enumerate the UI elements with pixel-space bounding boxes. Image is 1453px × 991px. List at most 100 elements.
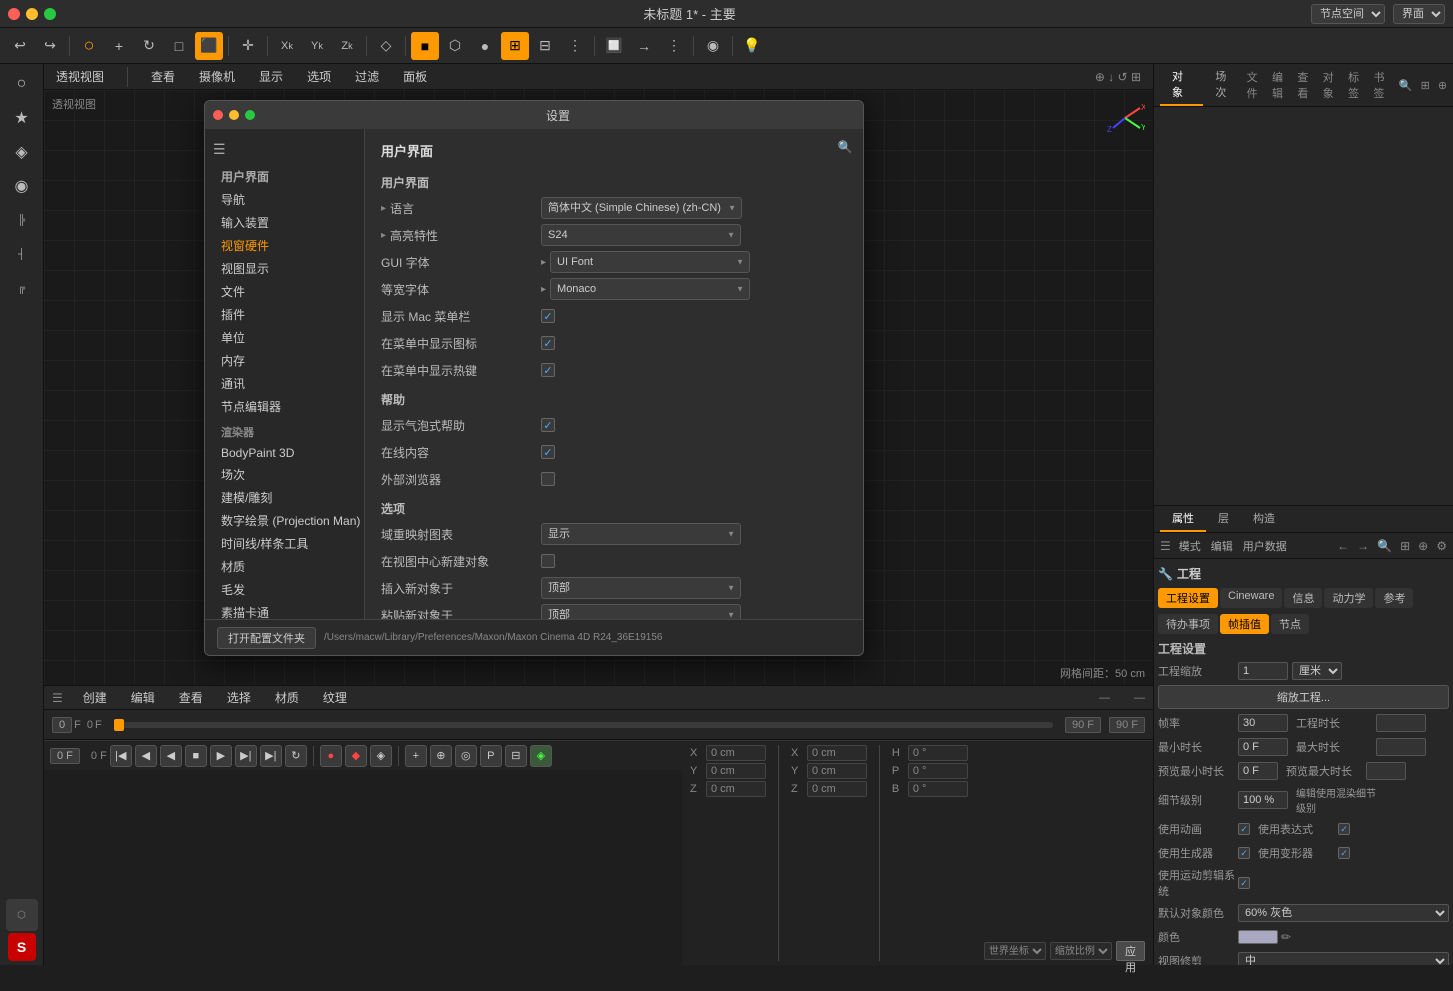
apply-button[interactable]: 应用: [1116, 941, 1145, 961]
min-length-input[interactable]: [1238, 738, 1288, 756]
preview-max-input[interactable]: [1366, 762, 1406, 780]
sidebar-sketch[interactable]: 素描卡通: [205, 601, 364, 619]
paste-key-btn[interactable]: ◎: [455, 745, 477, 767]
fps-input[interactable]: [1238, 714, 1288, 732]
keyframe2-btn[interactable]: ◈: [370, 745, 392, 767]
menu-material[interactable]: 材质: [271, 687, 303, 708]
select-button[interactable]: ⬛: [195, 32, 223, 60]
move-button[interactable]: ✛: [234, 32, 262, 60]
panel-settings-icon[interactable]: ⚙: [1436, 539, 1447, 553]
sidebar-icon-material[interactable]: ◉: [6, 170, 38, 202]
prev-frame-btn[interactable]: ◀: [135, 745, 157, 767]
panel-filter-icon[interactable]: ⊞: [1400, 539, 1410, 553]
sidebar-hair[interactable]: 毛发: [205, 578, 364, 601]
online-checkbox[interactable]: [541, 445, 555, 459]
undo-button[interactable]: ↩: [6, 32, 34, 60]
color-swatch[interactable]: [1238, 930, 1278, 944]
icon3-btn[interactable]: ◈: [530, 745, 552, 767]
interface-select[interactable]: 界面: [1393, 4, 1445, 24]
sidebar-icon-object[interactable]: ○: [6, 68, 38, 100]
right-menu-edit[interactable]: 编辑: [1272, 69, 1289, 101]
mono-font-select[interactable]: Monaco: [550, 278, 750, 300]
rotate-button[interactable]: ↻: [135, 32, 163, 60]
sidebar-scenes[interactable]: 场次: [205, 463, 364, 486]
project-tab-settings[interactable]: 工程设置: [1158, 588, 1218, 608]
panel-tab-layers[interactable]: 层: [1206, 506, 1241, 532]
light-button[interactable]: ●: [471, 32, 499, 60]
object-button[interactable]: ○: [75, 32, 103, 60]
panel-tab-attributes[interactable]: 属性: [1160, 506, 1206, 532]
tab-object[interactable]: 对象: [1160, 64, 1203, 106]
sidebar-icon-render[interactable]: ◈: [6, 136, 38, 168]
scale-y-input[interactable]: [807, 763, 867, 779]
xaxis-button[interactable]: Xk: [273, 32, 301, 60]
cube-active-button[interactable]: ■: [411, 32, 439, 60]
menu-camera[interactable]: 摄像机: [195, 66, 239, 87]
project-sub-todo[interactable]: 待办事项: [1158, 614, 1218, 634]
panel-userdata-label[interactable]: 用户数据: [1243, 538, 1287, 554]
gui-font-select[interactable]: UI Font: [550, 251, 750, 273]
sidebar-comms[interactable]: 通讯: [205, 372, 364, 395]
menu-texture[interactable]: 纹理: [319, 687, 351, 708]
scale-unit-select[interactable]: 厘米: [1292, 662, 1342, 680]
scale-value-input[interactable]: [1238, 662, 1288, 680]
right-menu-object[interactable]: 对象: [1323, 69, 1340, 101]
project-length-input[interactable]: [1376, 714, 1426, 732]
camera-button[interactable]: ⬡: [441, 32, 469, 60]
sidebar-material[interactable]: 材质: [205, 555, 364, 578]
keyframe-btn[interactable]: ◆: [345, 745, 367, 767]
shape-button[interactable]: □: [165, 32, 193, 60]
sidebar-input[interactable]: 输入装置: [205, 211, 364, 234]
sculpt-button[interactable]: ◉: [699, 32, 727, 60]
panel-back-icon[interactable]: ←: [1337, 539, 1349, 553]
rot-b-input[interactable]: [908, 781, 968, 797]
timeline-scrubber[interactable]: [114, 722, 1053, 728]
right-filter-icon[interactable]: ⊞: [1421, 79, 1430, 92]
menu-edit[interactable]: 编辑: [127, 687, 159, 708]
right-add-icon[interactable]: ⊕: [1438, 79, 1447, 92]
rot-h-input[interactable]: [908, 745, 968, 761]
sidebar-units[interactable]: 单位: [205, 326, 364, 349]
right-search-icon[interactable]: 🔍: [1399, 79, 1413, 92]
close-button[interactable]: [8, 8, 20, 20]
menu-options[interactable]: 选项: [303, 66, 335, 87]
menu-panel[interactable]: 面板: [399, 66, 431, 87]
jump-start-btn[interactable]: |◀: [110, 745, 132, 767]
coord-mode-select[interactable]: 世界坐标: [984, 942, 1046, 960]
yaxis-button[interactable]: Yk: [303, 32, 331, 60]
poly-button[interactable]: ◇: [372, 32, 400, 60]
next-frame-btn[interactable]: ▶|: [235, 745, 257, 767]
panel-mode-label[interactable]: 模式: [1179, 538, 1201, 554]
menu-display[interactable]: 显示: [255, 66, 287, 87]
mac-menubar-checkbox[interactable]: [541, 309, 555, 323]
sidebar-node-editor[interactable]: 节点编辑器: [205, 395, 364, 418]
menu-create[interactable]: 创建: [79, 687, 111, 708]
sidebar-navigation[interactable]: 导航: [205, 188, 364, 211]
loop-btn[interactable]: ↻: [285, 745, 307, 767]
sidebar-memory[interactable]: 内存: [205, 349, 364, 372]
scale-x-input[interactable]: [807, 745, 867, 761]
default-color-select[interactable]: 60% 灰色: [1238, 904, 1449, 922]
sidebar-bodypaint[interactable]: BodyPaint 3D: [205, 443, 364, 463]
panel-forward-icon[interactable]: →: [1357, 539, 1369, 553]
sidebar-file[interactable]: 文件: [205, 280, 364, 303]
color-picker-icon[interactable]: ✏: [1278, 929, 1294, 945]
project-tab-dynamics[interactable]: 动力学: [1324, 588, 1373, 608]
right-menu-bookmarks[interactable]: 书签: [1374, 69, 1391, 101]
dots-button[interactable]: ⋮: [561, 32, 589, 60]
play-btn[interactable]: ▶: [210, 745, 232, 767]
menu-select[interactable]: 选择: [223, 687, 255, 708]
search-icon[interactable]: 🔍: [835, 137, 855, 157]
domain-remap-select[interactable]: 显示: [541, 523, 741, 545]
hamburger-icon[interactable]: ☰: [213, 141, 226, 158]
insert-object-select[interactable]: 顶部: [541, 577, 741, 599]
sidebar-viewport-hardware[interactable]: 视窗硬件: [205, 234, 364, 257]
pos-y-input[interactable]: [706, 763, 766, 779]
highlight-select[interactable]: S24: [541, 224, 741, 246]
maximize-button[interactable]: [44, 8, 56, 20]
right-menu-file[interactable]: 文件: [1247, 69, 1264, 101]
preview-min-input[interactable]: [1238, 762, 1278, 780]
sidebar-icon-mode3[interactable]: ╔: [6, 272, 38, 304]
use-generator-checkbox[interactable]: ✓: [1238, 847, 1250, 859]
right-menu-view[interactable]: 查看: [1297, 69, 1314, 101]
